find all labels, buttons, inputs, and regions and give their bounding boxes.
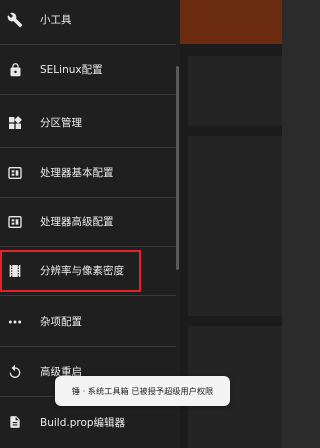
restart-icon (6, 363, 24, 381)
drawer-item-label: 小工具 (40, 14, 72, 26)
drawer-item-label: 分区管理 (40, 117, 82, 129)
drawer-item-label: SELinux配置 (40, 64, 103, 76)
drawer-item-cpu-advanced[interactable]: 处理器高级配置 (0, 197, 176, 247)
lock-icon (6, 61, 24, 79)
drawer-item-partition[interactable]: 分区管理 (0, 98, 176, 148)
drawer-item-tools[interactable]: 小工具 (0, 0, 176, 45)
drawer-item-label: Build.prop编辑器 (40, 416, 126, 429)
drawer-item-cpu-basic[interactable]: 处理器基本配置 (0, 148, 176, 198)
toast-text: 锤 · 系统工具箱 已被授予超级用户权限 (71, 386, 214, 396)
highlight-box (0, 250, 141, 292)
toast-message: 锤 · 系统工具箱 已被授予超级用户权限 (55, 376, 230, 406)
cpu-icon (6, 213, 24, 231)
drawer-item-label: 处理器高级配置 (40, 216, 114, 228)
widgets-icon (6, 114, 24, 132)
file-icon (6, 413, 24, 431)
drawer-item-label: 杂项配置 (40, 316, 82, 328)
drawer-item-selinux[interactable]: SELinux配置 (0, 45, 176, 95)
wrench-icon (6, 11, 24, 29)
drawer-item-misc[interactable]: 杂项配置 (0, 297, 176, 347)
cpu-icon (6, 164, 24, 182)
drawer-item-label: 处理器基本配置 (40, 167, 114, 179)
more-dots-icon (6, 313, 24, 331)
drawer-scrollbar[interactable] (176, 66, 179, 270)
